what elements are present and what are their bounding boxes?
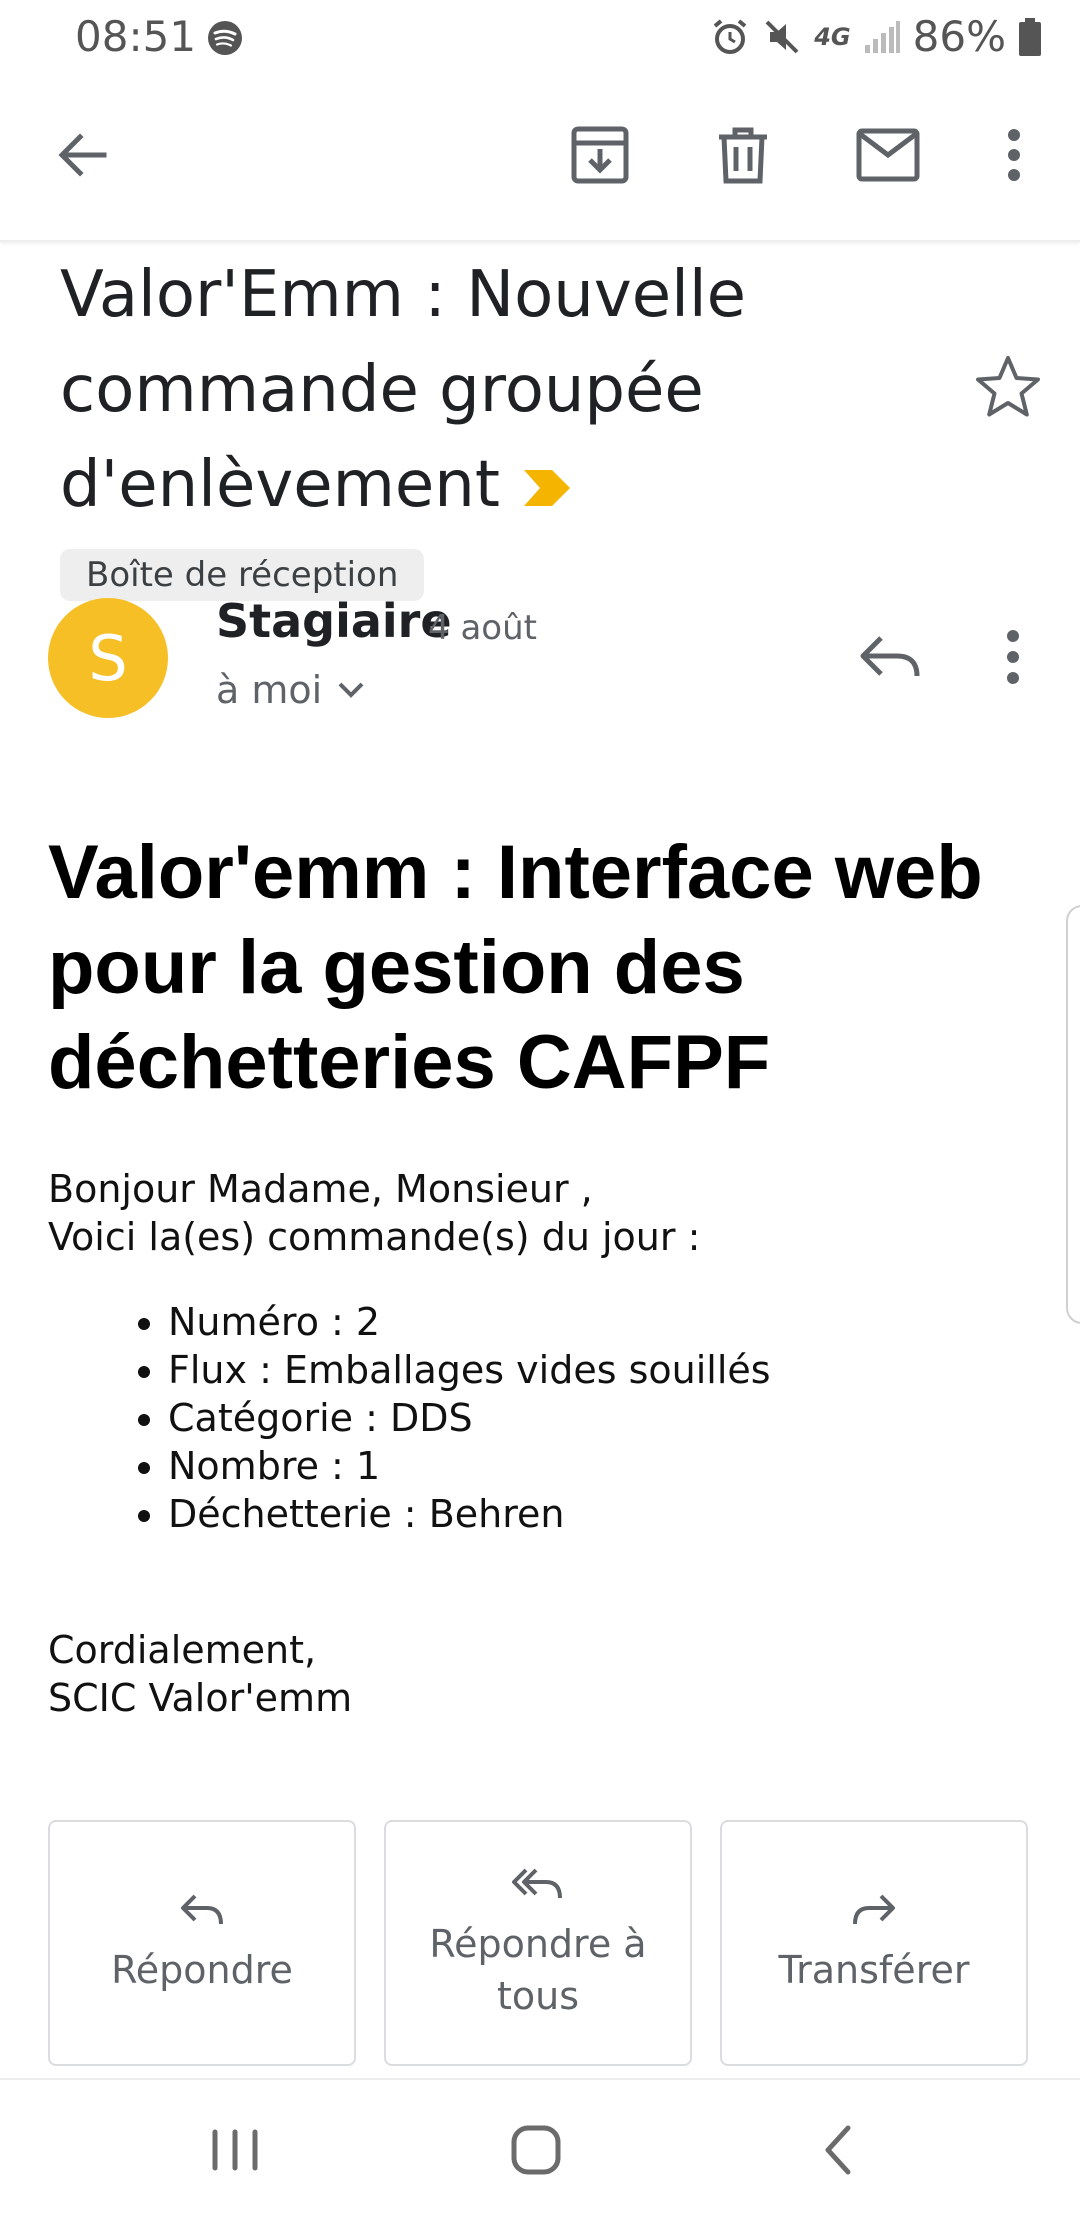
email-view-screen: 08:51 4G 86% Valor'Emm: Nouvelle comman… [0, 0, 1080, 2220]
reply-button[interactable]: Répondre [48, 1820, 356, 2066]
greeting-text: Bonjour Madame, Monsieur , [48, 1167, 593, 1211]
email-subject: Valor'Emm : Nouvelle commande groupée d'… [60, 248, 940, 628]
list-item: Catégorie : DDS [168, 1394, 771, 1442]
scroll-handle[interactable] [1066, 905, 1080, 1324]
sender-name: Stagiaire [216, 594, 452, 648]
status-bar: 08:51 4G 86% [0, 0, 1080, 75]
mark-unread-button[interactable] [848, 115, 928, 195]
list-item: Numéro : 2 [168, 1298, 771, 1346]
mute-icon [765, 20, 799, 53]
recent-apps-icon[interactable] [195, 2110, 275, 2190]
subject-text: Valor'Emm : Nouvelle commande groupée d'… [60, 258, 747, 522]
sender-date: 4 août [428, 608, 537, 648]
reply-all-button[interactable]: Répondre à tous [384, 1820, 692, 2066]
list-item: Flux : Emballages vides souillés [168, 1346, 771, 1394]
signal-icon [864, 20, 900, 53]
reply-icon [181, 1894, 223, 1925]
archive-icon [571, 126, 629, 184]
arrow-back-icon [58, 133, 107, 177]
alarm-icon [713, 18, 747, 54]
email-body-title: Valor'emm : Interface web pour la gestio… [48, 830, 983, 1105]
recipient-details-toggle[interactable]: à moi [216, 668, 366, 712]
more-options-button[interactable] [974, 115, 1054, 195]
network-type: 4G [814, 22, 851, 51]
avatar[interactable]: S [48, 598, 168, 718]
signature-text: SCIC Valor'emm [48, 1676, 353, 1720]
email-signoff: Cordialement, SCIC Valor'emm [48, 1626, 352, 1722]
forward-button[interactable]: Transférer [720, 1820, 1028, 2066]
forward-icon [853, 1894, 895, 1925]
forward-label: Transférer [778, 1948, 970, 1992]
reply-icon[interactable] [855, 622, 925, 692]
list-item: Déchetterie : Behren [168, 1490, 771, 1538]
email-toolbar [0, 75, 1080, 242]
more-vert-icon [1008, 129, 1020, 181]
home-icon[interactable] [496, 2110, 576, 2190]
battery-percent: 86% [912, 12, 1006, 61]
back-button[interactable] [42, 115, 122, 195]
status-time: 08:51 [75, 12, 197, 61]
archive-button[interactable] [560, 115, 640, 195]
reply-all-icon [512, 1868, 562, 1899]
back-nav-icon[interactable] [800, 2110, 880, 2190]
recipient-label: à moi [216, 668, 323, 712]
closing-text: Cordialement, [48, 1628, 317, 1672]
mail-icon [856, 128, 920, 182]
order-details-list: Numéro : 2 Flux : Emballages vides souil… [118, 1298, 771, 1538]
star-icon[interactable] [972, 352, 1044, 424]
reply-all-label: Répondre à tous [429, 1922, 647, 2018]
reply-label: Répondre [111, 1948, 293, 1992]
email-body-intro: Bonjour Madame, Monsieur , Voici la(es) … [48, 1165, 1048, 1261]
status-indicators: 4G 86% [710, 12, 1042, 61]
importance-marker-icon[interactable] [522, 468, 572, 508]
system-navigation-bar [0, 2078, 1080, 2220]
spotify-icon [208, 21, 242, 55]
intro-text: Voici la(es) commande(s) du jour : [48, 1215, 701, 1259]
battery-icon [1019, 17, 1041, 56]
list-item: Nombre : 1 [168, 1442, 771, 1490]
message-more-icon[interactable] [988, 622, 1038, 692]
chevron-down-icon [338, 682, 364, 698]
delete-button[interactable] [703, 115, 783, 195]
trash-icon [719, 127, 767, 184]
